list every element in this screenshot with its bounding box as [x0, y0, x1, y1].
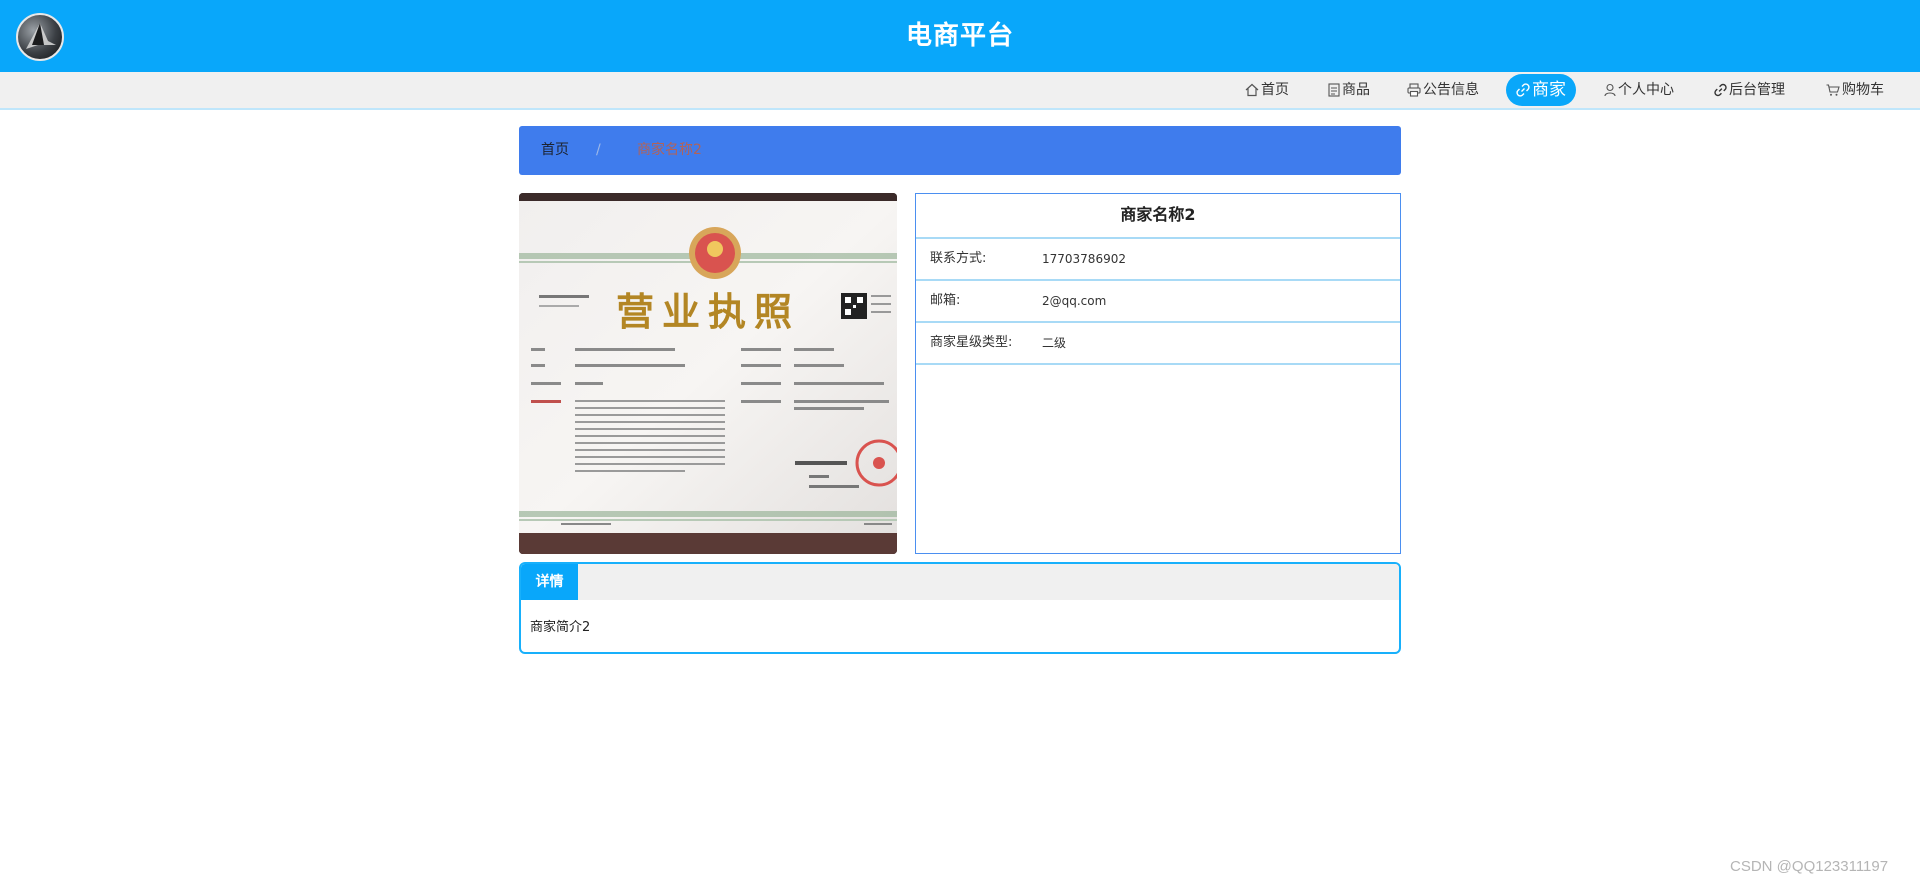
detail-panel: 详情 商家简介2 — [519, 562, 1401, 654]
breadcrumb-home-link[interactable]: 首页 — [541, 126, 569, 175]
nav-item-products[interactable]: 商品 — [1328, 72, 1370, 108]
site-title: 电商平台 — [905, 21, 1014, 51]
info-row-contact: 联系方式: 17703786902 — [916, 239, 1400, 281]
link-icon — [1516, 83, 1530, 97]
info-row-star-level: 商家星级类型: 二级 — [916, 323, 1400, 365]
email-label: 邮箱: — [930, 293, 961, 308]
breadcrumb: 首页 / 商家名称2 — [519, 126, 1401, 175]
nav-item-label: 后台管理 — [1729, 82, 1785, 98]
email-value: 2@qq.com — [1042, 294, 1107, 308]
nav-item-label: 公告信息 — [1423, 82, 1479, 98]
info-row-email: 邮箱: 2@qq.com — [916, 281, 1400, 323]
nav-item-label: 首页 — [1261, 82, 1289, 98]
nav-item-merchants[interactable]: 商家 — [1506, 74, 1576, 106]
cart-icon — [1826, 83, 1840, 97]
merchant-name: 商家名称2 — [916, 194, 1400, 239]
nav-item-home[interactable]: 首页 — [1245, 72, 1289, 108]
contact-label: 联系方式: — [930, 251, 987, 266]
tab-detail[interactable]: 详情 — [521, 564, 578, 600]
nav-item-label: 购物车 — [1842, 82, 1884, 98]
nav-item-label: 商家 — [1532, 80, 1566, 100]
nav-item-cart[interactable]: 购物车 — [1826, 72, 1884, 108]
business-license-image: 营业执照 — [519, 193, 897, 554]
printer-icon — [1407, 83, 1421, 97]
main-nav: 首页 商品 公告信息 商家 个人中心 后台管理 购物车 — [0, 72, 1920, 110]
nav-item-label: 商品 — [1342, 82, 1370, 98]
link-icon — [1714, 83, 1727, 97]
breadcrumb-separator: / — [596, 142, 601, 158]
nav-item-label: 个人中心 — [1618, 82, 1674, 98]
license-title: 营业执照 — [616, 289, 800, 334]
nav-item-admin[interactable]: 后台管理 — [1714, 72, 1785, 108]
contact-value: 17703786902 — [1042, 252, 1126, 266]
detail-tab-bar: 详情 — [521, 564, 1399, 600]
star-level-value: 二级 — [1042, 336, 1067, 350]
merchant-description: 商家简介2 — [530, 620, 591, 635]
breadcrumb-current: 商家名称2 — [637, 142, 702, 158]
top-header: 电商平台 — [0, 0, 1920, 72]
home-icon — [1245, 83, 1259, 97]
merchant-info-card: 商家名称2 联系方式: 17703786902 邮箱: 2@qq.com 商家星… — [915, 193, 1401, 554]
user-icon — [1604, 83, 1616, 97]
document-icon — [1328, 83, 1340, 97]
nav-item-profile[interactable]: 个人中心 — [1604, 72, 1674, 108]
nav-item-announcements[interactable]: 公告信息 — [1407, 72, 1479, 108]
star-level-label: 商家星级类型: — [930, 335, 1013, 350]
csdn-watermark: CSDN @QQ123311197 — [1730, 858, 1889, 875]
